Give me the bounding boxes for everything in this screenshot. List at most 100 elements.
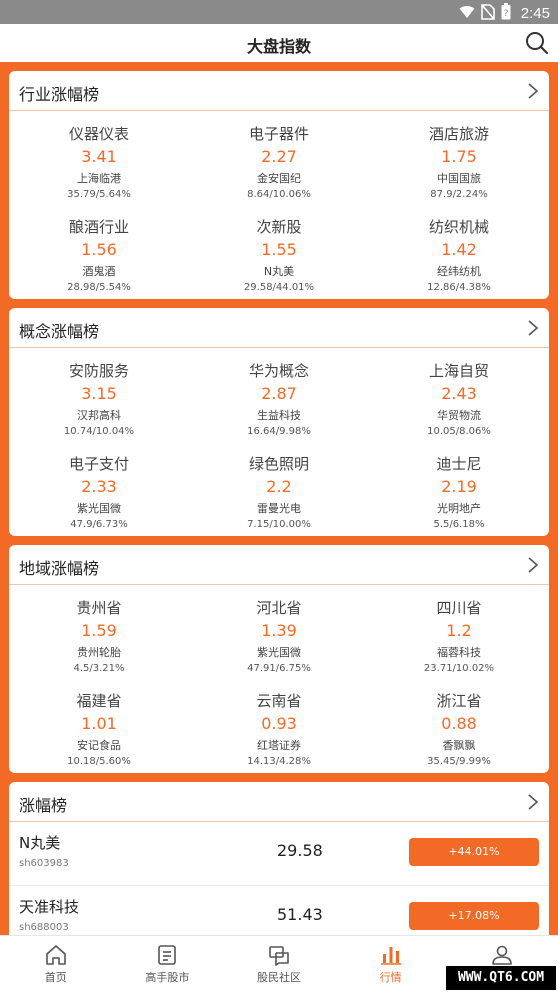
sector-cell[interactable]: 贵州省 1.59 贵州轮胎 4.5/3.21% bbox=[9, 591, 189, 684]
sector-name: 纺织机械 bbox=[428, 218, 489, 236]
stock-name: 天准科技 bbox=[19, 898, 80, 916]
sector-cell[interactable]: 河北省 1.39 紫光国微 47.91/6.75% bbox=[189, 591, 369, 684]
sector-value: 2.2 bbox=[266, 477, 292, 496]
chevron-right-icon bbox=[528, 83, 539, 99]
chevron-right-icon bbox=[528, 320, 539, 336]
stock-change: 47.91/6.75% bbox=[247, 663, 311, 674]
sector-name: 次新股 bbox=[256, 218, 302, 236]
sector-value: 1.01 bbox=[81, 714, 117, 733]
stock-change: 35.79/5.64% bbox=[67, 189, 131, 200]
leading-stock: 香飘飘 bbox=[442, 739, 476, 752]
sector-value: 1.55 bbox=[261, 240, 297, 259]
stock-row[interactable]: 天准科技 sh688003 51.43 +17.08% bbox=[9, 886, 549, 935]
svg-text:?: ? bbox=[503, 9, 508, 19]
sector-name: 河北省 bbox=[256, 599, 302, 617]
sector-value: 2.27 bbox=[261, 147, 297, 166]
sector-cell[interactable]: 上海自贸 2.43 华贸物流 10.05/8.06% bbox=[369, 354, 549, 447]
stock-name: N丸美 bbox=[19, 834, 61, 852]
stock-price: 51.43 bbox=[277, 905, 323, 924]
leading-stock: 福蓉科技 bbox=[437, 646, 481, 659]
stock-row[interactable]: N丸美 sh603983 29.58 +44.01% bbox=[9, 822, 549, 886]
leading-stock: 雷曼光电 bbox=[257, 502, 301, 515]
tab-home[interactable]: 首页 bbox=[0, 936, 112, 992]
sector-cell[interactable]: 四川省 1.2 福蓉科技 23.71/10.02% bbox=[369, 591, 549, 684]
stock-change: 10.05/8.06% bbox=[427, 426, 491, 437]
stock-change: 29.58/44.01% bbox=[243, 282, 315, 293]
stock-code: sh603983 bbox=[19, 858, 69, 869]
tab-market[interactable]: 行情 bbox=[335, 936, 447, 992]
gainers-card: 涨幅榜 N丸美 sh603983 29.58 +44.01% 天准科技 sh68… bbox=[9, 782, 549, 935]
stock-change: 23.71/10.02% bbox=[423, 663, 495, 674]
sector-cell[interactable]: 次新股 1.55 N丸美 29.58/44.01% bbox=[189, 210, 369, 299]
home-icon bbox=[45, 945, 66, 965]
concept-card: 概念涨幅榜 安防服务 3.15 汉邦高科 10.74/10.04% 华为概念 2.87 生… bbox=[9, 308, 549, 536]
sector-name: 绿色照明 bbox=[248, 455, 309, 473]
concept-header[interactable]: 概念涨幅榜 bbox=[9, 308, 549, 348]
sector-cell[interactable]: 纺织机械 1.42 经纬纺机 12.86/4.38% bbox=[369, 210, 549, 299]
sector-cell[interactable]: 福建省 1.01 安记食品 10.18/5.60% bbox=[9, 684, 189, 773]
sector-value: 2.43 bbox=[441, 384, 477, 403]
sector-cell[interactable]: 电子支付 2.33 紫光国微 47.9/6.73% bbox=[9, 447, 189, 536]
search-button[interactable] bbox=[524, 30, 550, 56]
sector-cell[interactable]: 绿色照明 2.2 雷曼光电 7.15/10.00% bbox=[189, 447, 369, 536]
tab-expert[interactable]: 高手股市 bbox=[112, 936, 224, 992]
tab-community[interactable]: 股民社区 bbox=[223, 936, 335, 992]
sector-value: 3.15 bbox=[81, 384, 117, 403]
sector-value: 0.93 bbox=[261, 714, 297, 733]
chevron-right-icon bbox=[528, 557, 539, 573]
sector-name: 仪器仪表 bbox=[68, 125, 129, 143]
sector-name: 云南省 bbox=[256, 692, 302, 710]
battery-icon: ? bbox=[501, 3, 511, 24]
stock-change: 47.9/6.73% bbox=[70, 519, 128, 530]
sector-value: 2.87 bbox=[261, 384, 297, 403]
sector-value: 2.19 bbox=[441, 477, 477, 496]
sector-cell[interactable]: 华为概念 2.87 生益科技 16.64/9.98% bbox=[189, 354, 369, 447]
sector-name: 安防服务 bbox=[68, 362, 129, 380]
leading-stock: 汉邦高科 bbox=[77, 409, 121, 422]
sector-cell[interactable]: 安防服务 3.15 汉邦高科 10.74/10.04% bbox=[9, 354, 189, 447]
sector-name: 电子支付 bbox=[68, 455, 129, 473]
status-bar: ? 2:45 bbox=[0, 0, 558, 24]
sector-name: 酿酒行业 bbox=[68, 218, 129, 236]
sector-value: 1.2 bbox=[446, 621, 472, 640]
leading-stock: 酒鬼酒 bbox=[82, 265, 116, 278]
change-badge: +17.08% bbox=[409, 902, 539, 930]
sector-cell[interactable]: 酒店旅游 1.75 中国国旅 87.9/2.24% bbox=[369, 117, 549, 210]
section-title: 涨幅榜 bbox=[19, 796, 68, 815]
content-scroll[interactable]: 行业涨幅榜 仪器仪表 3.41 上海临港 35.79/5.64% 电子器件 2.27 金安… bbox=[0, 62, 558, 935]
tab-label: 高手股市 bbox=[145, 971, 190, 984]
leading-stock: 紫光国微 bbox=[77, 502, 121, 515]
sector-cell[interactable]: 浙江省 0.88 香飘飘 35.45/9.99% bbox=[369, 684, 549, 773]
industry-card: 行业涨幅榜 仪器仪表 3.41 上海临港 35.79/5.64% 电子器件 2.27 金安… bbox=[9, 71, 549, 299]
section-title: 行业涨幅榜 bbox=[19, 85, 100, 104]
sector-name: 浙江省 bbox=[436, 692, 482, 710]
sector-name: 迪士尼 bbox=[436, 455, 482, 473]
stock-change: 28.98/5.54% bbox=[67, 282, 131, 293]
sector-cell[interactable]: 迪士尼 2.19 光明地产 5.5/6.18% bbox=[369, 447, 549, 536]
sector-cell[interactable]: 酿酒行业 1.56 酒鬼酒 28.98/5.54% bbox=[9, 210, 189, 299]
stock-change: 8.64/10.06% bbox=[247, 189, 311, 200]
stock-change: 12.86/4.38% bbox=[427, 282, 491, 293]
leading-stock: 中国国旅 bbox=[437, 172, 481, 185]
region-header[interactable]: 地域涨幅榜 bbox=[9, 545, 549, 585]
gainers-header[interactable]: 涨幅榜 bbox=[9, 782, 549, 822]
stock-change: 35.45/9.99% bbox=[427, 756, 491, 767]
watermark: WWW.QT6.COM bbox=[446, 966, 556, 990]
stock-change: 14.13/4.28% bbox=[247, 756, 311, 767]
stock-change: 87.9/2.24% bbox=[430, 189, 488, 200]
tab-label: 股民社区 bbox=[256, 971, 301, 984]
sector-cell[interactable]: 云南省 0.93 红塔证券 14.13/4.28% bbox=[189, 684, 369, 773]
industry-header[interactable]: 行业涨幅榜 bbox=[9, 71, 549, 111]
stock-code: sh688003 bbox=[19, 922, 69, 933]
stock-change: 5.5/6.18% bbox=[433, 519, 485, 530]
stock-change: 4.5/3.21% bbox=[73, 663, 125, 674]
leading-stock: 华贸物流 bbox=[437, 409, 481, 422]
region-card: 地域涨幅榜 贵州省 1.59 贵州轮胎 4.5/3.21% 河北省 1.39 紫光国微 47… bbox=[9, 545, 549, 773]
bar-chart-icon bbox=[380, 947, 401, 965]
leading-stock: N丸美 bbox=[263, 265, 295, 278]
sector-cell[interactable]: 仪器仪表 3.41 上海临港 35.79/5.64% bbox=[9, 117, 189, 210]
sector-cell[interactable]: 电子器件 2.27 金安国纪 8.64/10.06% bbox=[189, 117, 369, 210]
section-title: 概念涨幅榜 bbox=[19, 322, 100, 341]
sector-value: 3.41 bbox=[81, 147, 117, 166]
status-time: 2:45 bbox=[520, 5, 550, 22]
